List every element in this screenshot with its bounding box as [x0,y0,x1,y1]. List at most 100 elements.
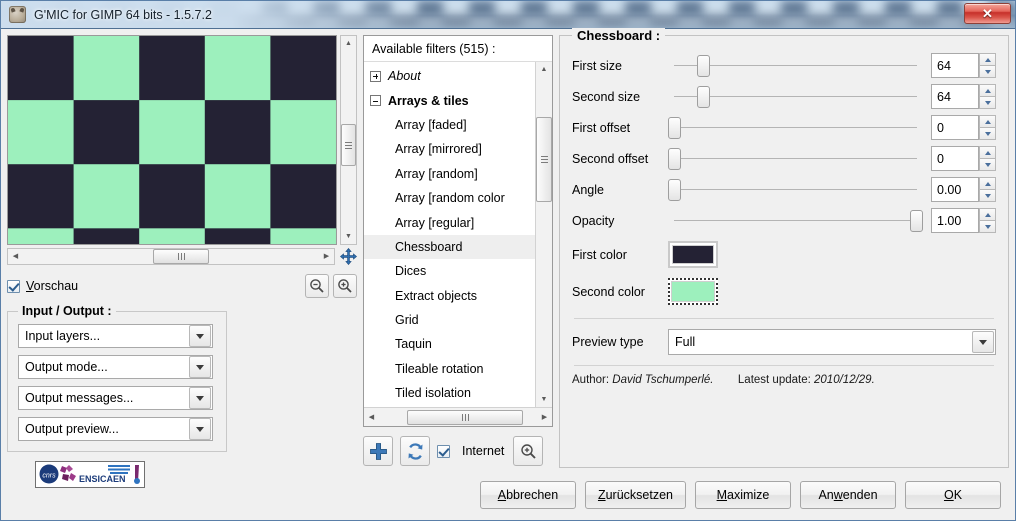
angle-value[interactable]: 0.00 [931,177,979,202]
ok-button[interactable]: OK [905,481,1001,509]
filter-item-array-mirrored[interactable]: Array [mirrored] [364,137,535,161]
slider-thumb[interactable] [668,178,681,201]
filter-item-dices[interactable]: Dices [364,259,535,283]
preview-horizontal-scrollbar[interactable]: ◀ ▶ [7,247,335,265]
first-size-slider[interactable] [668,54,923,78]
preview-vertical-scrollbar[interactable]: ▲ ▼ [340,35,357,245]
filter-item-taquin[interactable]: Taquin [364,332,535,356]
spin-down-icon[interactable] [979,220,996,233]
angle-slider[interactable] [668,178,923,202]
slider-track [674,220,917,221]
second-size-label: Second size [572,89,641,104]
input-layers-combo[interactable]: Input layers... [18,324,213,348]
filters-list[interactable]: About Arrays & tiles Array [faded] Array [m… [364,62,535,407]
first-size-spinner[interactable]: 64 [931,53,996,78]
first-offset-value[interactable]: 0 [931,115,979,140]
add-filter-button[interactable] [363,436,393,466]
second-size-row: Second size 64 [572,81,996,112]
opacity-slider[interactable] [668,209,923,233]
filter-item-tiled-isolation[interactable]: Tiled isolation [364,381,535,405]
expand-icon[interactable] [370,70,381,82]
filters-hscroll-thumb[interactable] [407,409,523,425]
filter-item-array-random[interactable]: Array [random] [364,162,535,186]
internet-checkbox[interactable] [437,444,450,458]
refresh-filters-button[interactable] [400,436,430,466]
filter-search-button[interactable] [513,436,544,466]
spin-down-icon[interactable] [979,158,996,171]
scroll-up-icon[interactable]: ▲ [341,36,356,51]
second-offset-slider[interactable] [668,147,923,171]
horizontal-scroll-thumb[interactable] [153,248,209,264]
filters-vertical-scrollbar[interactable]: ▲ ▼ [535,62,552,407]
output-preview-combo[interactable]: Output preview... [18,417,213,441]
filters-toolbar: Internet [363,435,553,467]
first-size-value[interactable]: 64 [931,53,979,78]
first-color-swatch[interactable] [668,241,718,268]
apply-button[interactable]: Anwenden [800,481,896,509]
preview-type-combo[interactable]: Full [668,329,996,355]
spin-up-icon[interactable] [979,146,996,158]
spin-down-icon[interactable] [979,65,996,78]
opacity-spinner[interactable]: 1.00 [931,208,996,233]
angle-spinner[interactable]: 0.00 [931,177,996,202]
spin-up-icon[interactable] [979,177,996,189]
spin-up-icon[interactable] [979,53,996,65]
output-mode-combo[interactable]: Output mode... [18,355,213,379]
filter-item-array-regular[interactable]: Array [regular] [364,210,535,234]
chevron-down-icon[interactable] [189,325,211,347]
filter-item-about[interactable]: About [364,64,535,88]
spin-up-icon[interactable] [979,208,996,220]
filter-item-array-random-color[interactable]: Array [random color [364,186,535,210]
scroll-up-icon[interactable]: ▲ [537,62,552,77]
filter-item-tileable-rotation[interactable]: Tileable rotation [364,357,535,381]
chevron-down-icon[interactable] [189,387,211,409]
chevron-down-icon[interactable] [189,356,211,378]
filter-item-arrays-tiles[interactable]: Arrays & tiles [364,88,535,112]
second-size-spinner[interactable]: 64 [931,84,996,109]
second-size-value[interactable]: 64 [931,84,979,109]
filters-horizontal-scrollbar[interactable]: ◀ ▶ [364,407,552,426]
scroll-down-icon[interactable]: ▼ [341,229,356,244]
slider-thumb[interactable] [668,147,681,170]
filter-item-extract-objects[interactable]: Extract objects [364,284,535,308]
move-cross-icon[interactable] [339,247,357,265]
slider-thumb[interactable] [910,209,923,232]
slider-thumb[interactable] [697,54,711,77]
first-offset-slider[interactable] [668,116,923,140]
spin-up-icon[interactable] [979,84,996,96]
spin-down-icon[interactable] [979,96,996,109]
vertical-scroll-thumb[interactable] [341,124,356,166]
scroll-right-icon[interactable]: ▶ [537,410,552,425]
close-button[interactable]: ✕ [964,3,1011,24]
scroll-right-icon[interactable]: ▶ [319,249,334,264]
chevron-down-icon[interactable] [972,331,994,353]
maximize-button[interactable]: Maximize [695,481,791,509]
preview-image[interactable] [7,35,337,245]
spin-down-icon[interactable] [979,189,996,202]
collapse-icon[interactable] [370,95,381,107]
second-offset-value[interactable]: 0 [931,146,979,171]
second-offset-spinner[interactable]: 0 [931,146,996,171]
filter-item-chessboard[interactable]: Chessboard [364,234,535,260]
scroll-down-icon[interactable]: ▼ [537,392,552,407]
reset-button[interactable]: Zurücksetzen [584,481,686,509]
spin-down-icon[interactable] [979,127,996,140]
preview-checkbox[interactable] [7,279,20,293]
output-messages-combo[interactable]: Output messages... [18,386,213,410]
zoom-in-button[interactable] [333,274,357,298]
slider-thumb[interactable] [668,116,681,139]
scroll-left-icon[interactable]: ◀ [8,249,23,264]
spin-up-icon[interactable] [979,115,996,127]
second-color-swatch[interactable] [668,278,718,305]
second-size-slider[interactable] [668,85,923,109]
zoom-out-button[interactable] [305,274,329,298]
filter-item-array-faded[interactable]: Array [faded] [364,113,535,137]
cancel-button[interactable]: Abbrechen [479,481,576,509]
chevron-down-icon[interactable] [189,418,211,440]
filters-scroll-thumb[interactable] [536,117,552,202]
scroll-left-icon[interactable]: ◀ [364,410,379,425]
filter-item-grid[interactable]: Grid [364,308,535,332]
first-offset-spinner[interactable]: 0 [931,115,996,140]
opacity-value[interactable]: 1.00 [931,208,979,233]
slider-thumb[interactable] [697,85,711,108]
